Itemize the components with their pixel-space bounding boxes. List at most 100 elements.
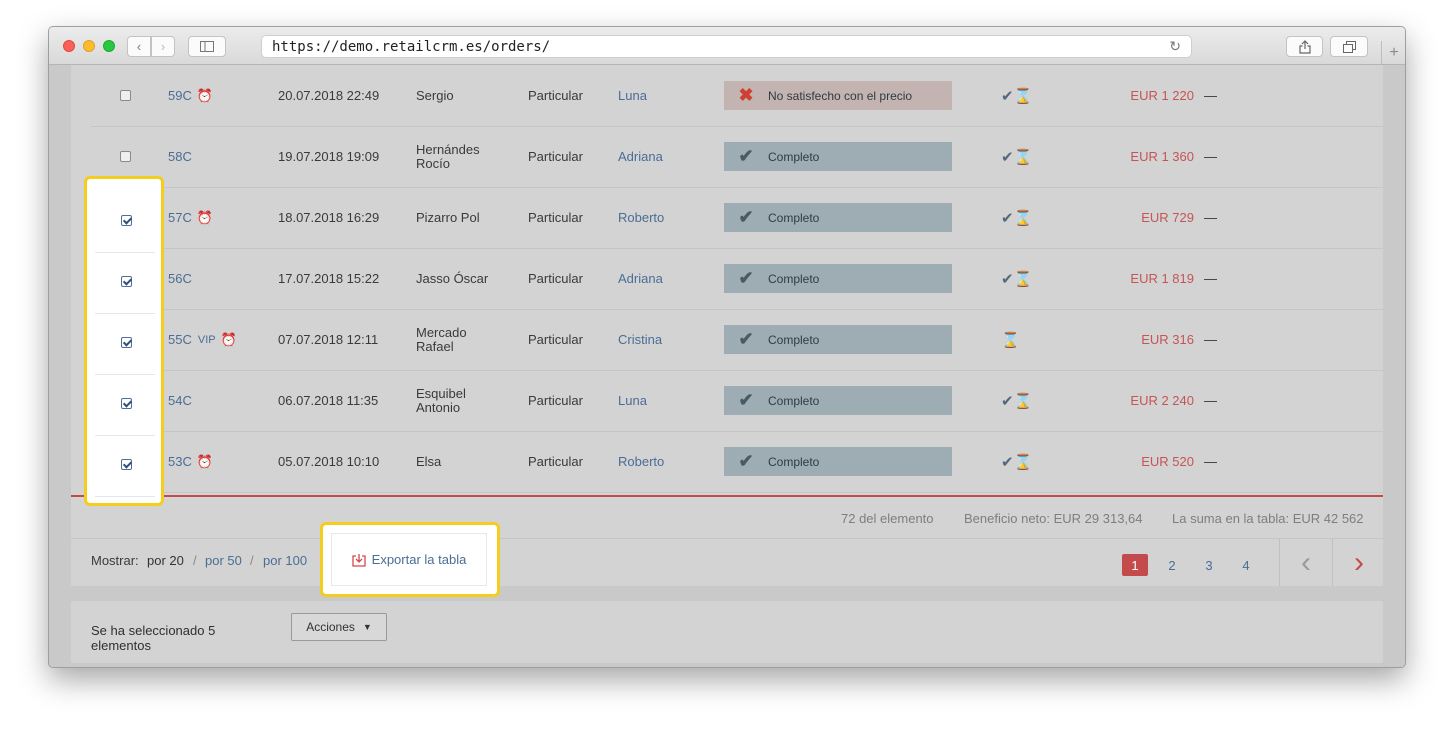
status-label: Completo xyxy=(768,332,820,347)
row-checkbox[interactable] xyxy=(121,459,132,470)
order-number[interactable]: 57C xyxy=(168,210,192,225)
sidebar-toggle-button[interactable] xyxy=(188,36,226,57)
minimize-window-button[interactable] xyxy=(83,40,95,52)
table-row[interactable]: 58C 19.07.2018 19:09 Hernándes Rocío Partic… xyxy=(91,126,1383,188)
status-badge[interactable]: ✔ Completo xyxy=(724,264,952,293)
manager-link[interactable]: Luna xyxy=(618,65,647,126)
table-row[interactable]: 53C ⏰ 05.07.2018 10:10 Elsa Particular Robert… xyxy=(91,431,1383,493)
order-date: 17.07.2018 15:22 xyxy=(278,271,380,286)
export-label: Exportar la tabla xyxy=(371,552,467,567)
net-profit: Beneficio neto: EUR 29 313,64 xyxy=(964,511,1143,526)
order-amount: EUR 1 819 xyxy=(1130,271,1194,286)
status-badge[interactable]: ✔ Completo xyxy=(724,325,952,354)
status-badge[interactable]: ✖ No satisfecho con el precio xyxy=(724,81,952,110)
table-totals: 72 del elemento Beneficio neto: EUR 29 3… xyxy=(71,497,1383,539)
order-number-cell[interactable]: 57C ⏰ xyxy=(168,187,213,248)
row-checkbox[interactable] xyxy=(120,151,131,162)
page-content: 59C ⏰ 20.07.2018 22:49 Sergio Particular Luna… xyxy=(49,65,1405,667)
order-amount: EUR 2 240 xyxy=(1130,393,1194,408)
customer-type: Particular xyxy=(528,271,583,286)
selected-checkboxes-highlight xyxy=(84,176,164,506)
per-page-separator: / xyxy=(250,553,254,568)
manager-link[interactable]: Adriana xyxy=(618,126,663,187)
checkmark-icon: ✔ xyxy=(738,207,754,227)
order-number[interactable]: 53C xyxy=(168,454,192,469)
order-number-cell[interactable]: 56C xyxy=(168,248,192,309)
customer-name: Esquibel Antonio xyxy=(416,385,466,415)
customer-name: Mercado Rafael xyxy=(416,324,467,354)
table-row[interactable]: 59C ⏰ 20.07.2018 22:49 Sergio Particular Luna… xyxy=(91,65,1383,127)
extra-value: — xyxy=(1204,332,1217,347)
manager-link[interactable]: Luna xyxy=(618,370,647,431)
reload-icon[interactable]: ↻ xyxy=(1169,38,1181,55)
table-row[interactable]: 54C 06.07.2018 11:35 Esquibel Antonio Parti… xyxy=(91,370,1383,432)
per-page-50[interactable]: por 50 xyxy=(205,553,242,568)
zoom-window-button[interactable] xyxy=(103,40,115,52)
order-number[interactable]: 56C xyxy=(168,271,192,286)
order-number-cell[interactable]: 53C ⏰ xyxy=(168,431,213,492)
address-bar[interactable]: https://demo.retailcrm.es/orders/ ↻ xyxy=(261,35,1192,58)
order-number[interactable]: 54C xyxy=(168,393,192,408)
close-window-button[interactable] xyxy=(63,40,75,52)
delivered-paid-icon: ✔⌛ xyxy=(1001,270,1033,288)
sidebar-icon xyxy=(200,41,214,52)
table-row xyxy=(95,313,155,375)
order-number[interactable]: 58C xyxy=(168,149,192,164)
extra-value: — xyxy=(1204,88,1217,103)
order-date: 19.07.2018 19:09 xyxy=(278,149,380,164)
order-number-cell[interactable]: 55C VIP ⏰ xyxy=(168,309,237,370)
manager-link[interactable]: Roberto xyxy=(618,431,664,492)
status-badge[interactable]: ✔ Completo xyxy=(724,386,952,415)
row-checkbox[interactable] xyxy=(120,90,131,101)
page-3[interactable]: 3 xyxy=(1196,554,1222,576)
page-4[interactable]: 4 xyxy=(1233,554,1259,576)
customer-name: Elsa xyxy=(416,453,442,469)
export-highlight: Exportar la tabla xyxy=(320,522,500,597)
manager-link[interactable]: Cristina xyxy=(618,309,662,370)
per-page-100[interactable]: por 100 xyxy=(263,553,307,568)
order-number-cell[interactable]: 59C ⏰ xyxy=(168,65,213,126)
extra-value: — xyxy=(1204,393,1217,408)
order-number-cell[interactable]: 58C xyxy=(168,126,192,187)
status-badge[interactable]: ✔ Completo xyxy=(724,447,952,476)
share-icon xyxy=(1298,39,1311,54)
forward-button[interactable]: › xyxy=(151,36,175,57)
selection-bar: Se ha seleccionado 5 elementos Acciones … xyxy=(71,601,1383,663)
show-tabs-button[interactable] xyxy=(1330,36,1368,57)
table-row xyxy=(95,252,155,314)
table-row[interactable]: 56C 17.07.2018 15:22 Jasso Óscar Particular… xyxy=(91,248,1383,310)
manager-link[interactable]: Adriana xyxy=(618,248,663,309)
show-label: Mostrar: xyxy=(91,553,139,568)
status-badge[interactable]: ✔ Completo xyxy=(724,203,952,232)
tabs-icon xyxy=(1342,40,1356,53)
page-2[interactable]: 2 xyxy=(1159,554,1185,576)
share-button[interactable] xyxy=(1286,36,1323,57)
download-icon xyxy=(352,553,366,567)
per-page-20[interactable]: por 20 xyxy=(147,553,184,568)
chevron-right-icon: › xyxy=(1354,545,1364,579)
row-checkbox[interactable] xyxy=(121,276,132,287)
back-button[interactable]: ‹ xyxy=(127,36,151,57)
page-1[interactable]: 1 xyxy=(1122,554,1148,576)
order-number[interactable]: 59C xyxy=(168,88,192,103)
next-page-button[interactable]: › xyxy=(1332,539,1385,586)
order-amount: EUR 729 xyxy=(1141,210,1194,225)
extra-value: — xyxy=(1204,149,1217,164)
customer-type: Particular xyxy=(528,210,583,225)
prev-page-button[interactable]: ‹ xyxy=(1279,539,1332,586)
table-row[interactable]: 55C VIP ⏰ 07.07.2018 12:11 Mercado Rafael Par… xyxy=(91,309,1383,371)
status-badge[interactable]: ✔ Completo xyxy=(724,142,952,171)
order-number-cell[interactable]: 54C xyxy=(168,370,192,431)
row-checkbox[interactable] xyxy=(121,215,132,226)
order-number[interactable]: 55C xyxy=(168,332,192,347)
row-checkbox[interactable] xyxy=(121,398,132,409)
new-tab-button[interactable]: + xyxy=(1381,41,1405,64)
actions-dropdown[interactable]: Acciones ▼ xyxy=(291,613,387,641)
export-table-button[interactable]: Exportar la tabla xyxy=(331,533,487,586)
table-row[interactable]: 57C ⏰ 18.07.2018 16:29 Pizarro Pol Particula… xyxy=(91,187,1383,249)
manager-link[interactable]: Roberto xyxy=(618,187,664,248)
browser-window: ‹ › https://demo.retailcrm.es/orders/ ↻ … xyxy=(48,26,1406,668)
delivered-paid-icon: ✔⌛ xyxy=(1001,392,1033,410)
row-checkbox[interactable] xyxy=(121,337,132,348)
checkmark-icon: ✔ xyxy=(738,451,754,471)
